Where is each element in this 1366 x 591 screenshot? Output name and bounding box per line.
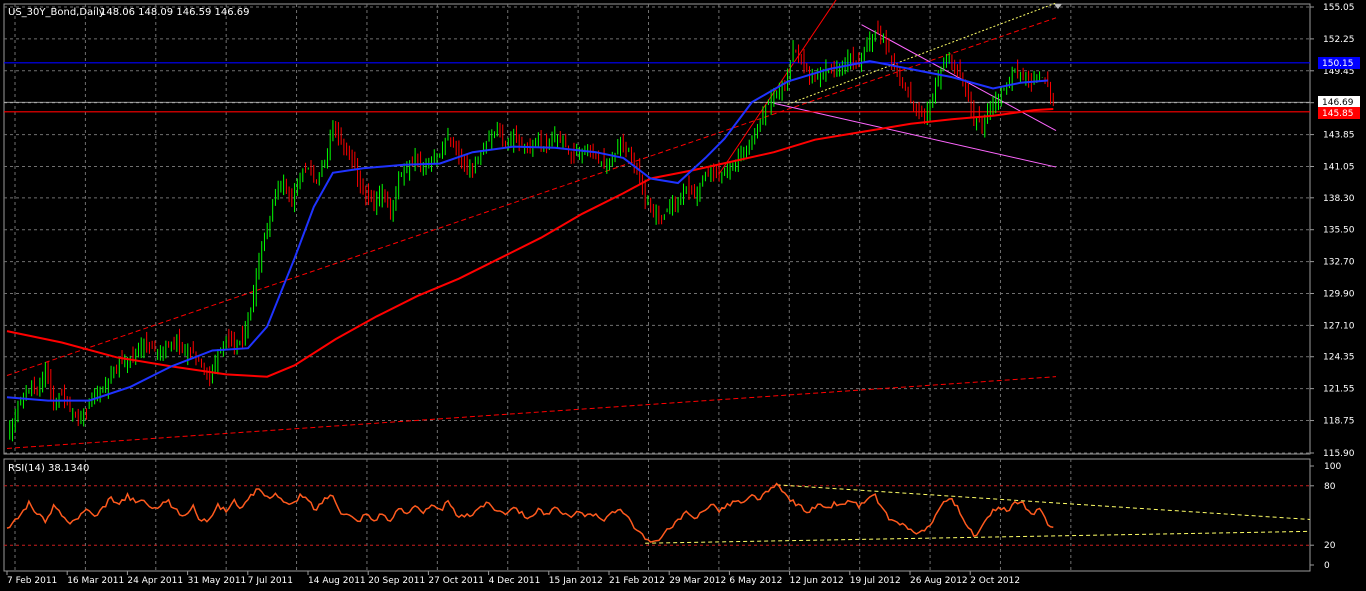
price-tick-11: 124.35	[1323, 353, 1355, 363]
date-tick-3: 31 May 2011	[188, 576, 247, 586]
date-tick-13: 12 Jun 2012	[790, 576, 844, 586]
price-tick-12: 121.55	[1323, 385, 1355, 395]
date-tick-5: 14 Aug 2011	[308, 576, 366, 586]
price-tick-1: 152.25	[1323, 35, 1355, 45]
date-tick-12: 6 May 2012	[729, 576, 782, 586]
rsi-tick-3: 0	[1324, 561, 1330, 571]
ohlc-label: 148.06 148.09 146.59 146.69	[100, 7, 250, 18]
date-tick-4: 7 Jul 2011	[248, 576, 293, 586]
price-tick-0: 155.05	[1323, 3, 1355, 13]
red-level-text: 145.85	[1322, 109, 1354, 119]
rsi-tick-1: 80	[1324, 482, 1336, 492]
rsi-label: RSI(14) 38.1340	[8, 463, 89, 474]
date-tick-14: 19 Jul 2012	[850, 576, 901, 586]
price-chart[interactable]: 155.05152.25149.45146.65143.85141.05138.…	[0, 0, 1366, 591]
date-tick-16: 2 Oct 2012	[970, 576, 1020, 586]
price-tick-14: 115.90	[1323, 449, 1355, 459]
date-tick-10: 21 Feb 2012	[609, 576, 665, 586]
price-tick-5: 141.05	[1323, 162, 1355, 172]
rsi-tick-0: 100	[1324, 462, 1341, 472]
date-tick-7: 27 Oct 2011	[428, 576, 484, 586]
price-tick-8: 132.70	[1323, 258, 1355, 268]
date-tick-15: 26 Aug 2012	[910, 576, 968, 586]
date-tick-1: 16 Mar 2011	[67, 576, 124, 586]
date-tick-2: 24 Apr 2011	[127, 576, 183, 586]
date-tick-0: 7 Feb 2011	[7, 576, 57, 586]
chart-background	[0, 0, 1366, 591]
price-tick-10: 127.10	[1323, 321, 1355, 331]
price-tick-9: 129.90	[1323, 290, 1355, 300]
rsi-tick-2: 20	[1324, 541, 1336, 551]
price-tick-13: 118.75	[1323, 417, 1355, 427]
blue-level-text: 150.15	[1322, 59, 1354, 69]
symbol-label: US_30Y_Bond,Daily	[8, 7, 105, 18]
date-tick-11: 29 Mar 2012	[669, 576, 726, 586]
date-tick-8: 4 Dec 2011	[489, 576, 541, 586]
price-tick-4: 143.85	[1323, 131, 1355, 141]
price-tick-7: 135.50	[1323, 226, 1355, 236]
date-tick-9: 15 Jan 2012	[549, 576, 603, 586]
price-tick-6: 138.30	[1323, 194, 1355, 204]
current-price-text: 146.69	[1322, 98, 1354, 108]
date-tick-6: 20 Sep 2011	[368, 576, 425, 586]
